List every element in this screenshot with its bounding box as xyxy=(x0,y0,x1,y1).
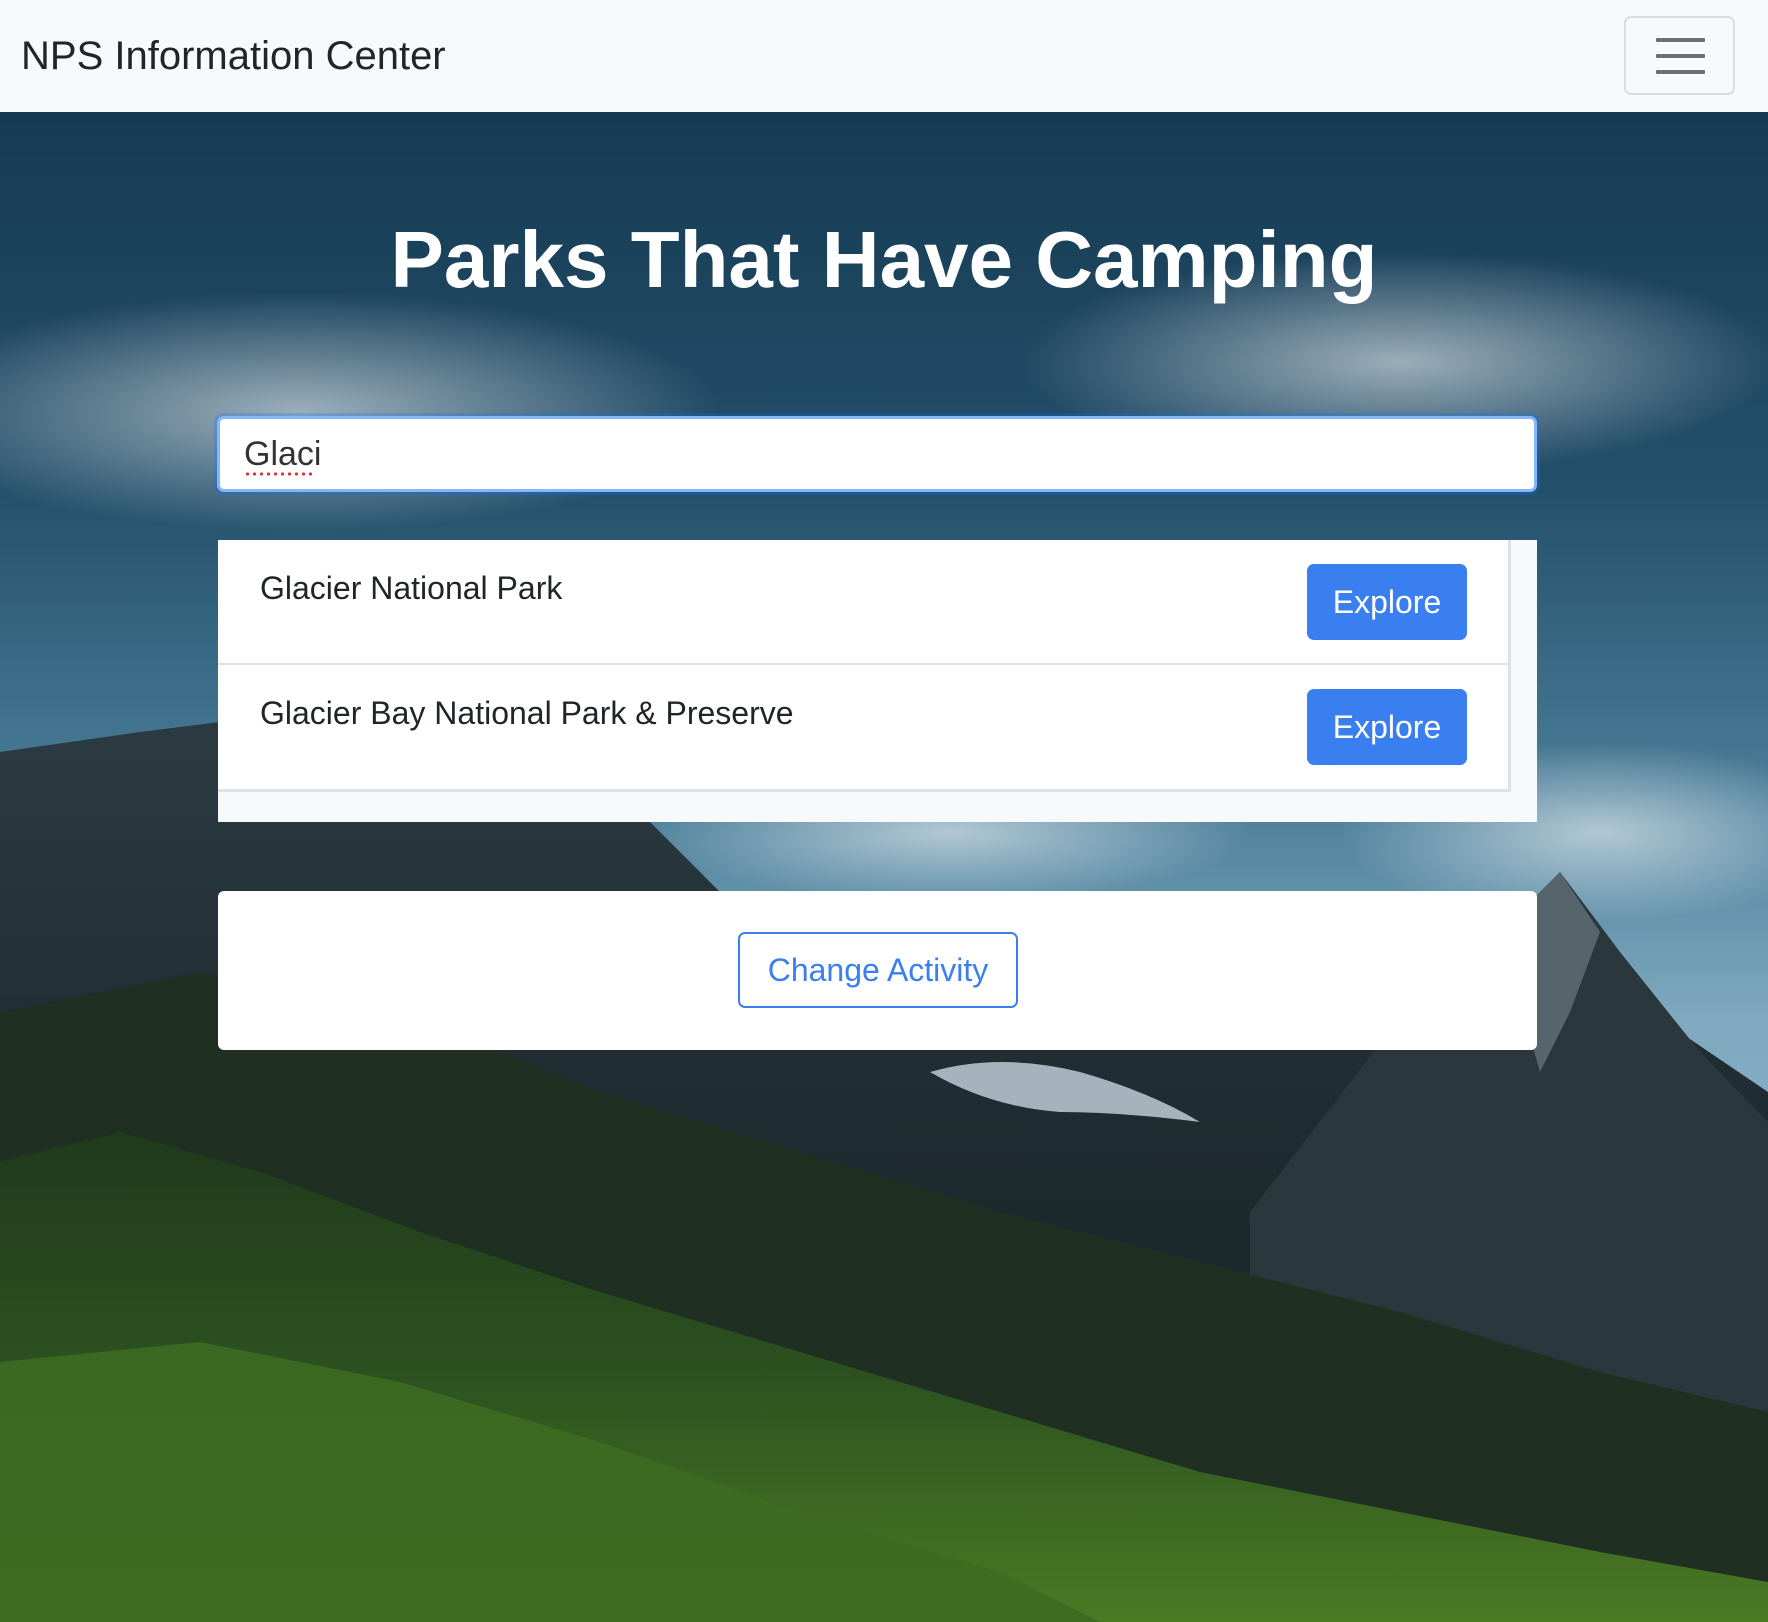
hero-background-image xyxy=(0,112,1768,1622)
page: NPS Information Center Parks That Have C… xyxy=(0,0,1768,1622)
change-activity-button[interactable]: Change Activity xyxy=(738,932,1018,1008)
mountain-landscape-illustration xyxy=(0,112,1768,1622)
park-name: Glacier National Park xyxy=(260,570,563,606)
activity-card: Change Activity xyxy=(218,891,1537,1050)
explore-button[interactable]: Explore xyxy=(1307,689,1467,765)
explore-button[interactable]: Explore xyxy=(1307,564,1467,640)
park-search-input[interactable] xyxy=(217,416,1537,492)
navbar: NPS Information Center xyxy=(0,0,1768,112)
navbar-brand[interactable]: NPS Information Center xyxy=(21,32,446,80)
list-item: Glacier National Park Explore xyxy=(218,540,1508,665)
page-title: Parks That Have Camping xyxy=(390,215,1378,304)
park-search-field xyxy=(217,416,1537,492)
navbar-toggler-button[interactable] xyxy=(1624,16,1735,95)
park-name: Glacier Bay National Park & Preserve xyxy=(260,695,794,731)
search-results-panel: Glacier National Park Explore Glacier Ba… xyxy=(218,540,1537,822)
list-item: Glacier Bay National Park & Preserve Exp… xyxy=(218,665,1508,789)
search-results-list: Glacier National Park Explore Glacier Ba… xyxy=(218,540,1511,792)
